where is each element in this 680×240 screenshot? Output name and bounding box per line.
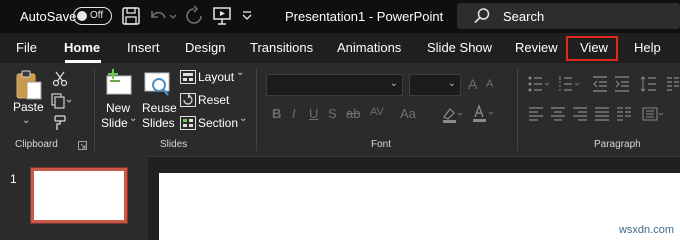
new-slide-icon[interactable] [104,69,134,99]
tab-design[interactable]: Design [185,40,225,55]
tab-transitions[interactable]: Transitions [250,40,313,55]
font-size-dropdown[interactable]: ⌄ [409,74,461,96]
increase-indent-icon[interactable] [614,76,630,92]
tab-review[interactable]: Review [515,40,558,55]
paste-dropdown-icon[interactable]: ⌄ [22,115,30,126]
group-separator [256,69,257,151]
layout-dropdown-icon[interactable]: ⌄ [236,67,244,78]
format-painter-icon[interactable] [52,115,68,131]
paste-label[interactable]: Paste [13,100,44,114]
present-from-beginning-icon[interactable] [211,5,233,27]
clipboard-launcher-icon[interactable] [78,141,87,150]
search-placeholder: Search [503,9,545,24]
undo-dropdown-icon[interactable] [168,5,178,27]
ribbon: Paste ⌄ Clipboard New Slide ⌄ Reuse Slid… [0,63,680,156]
underline-icon[interactable]: U [309,106,318,121]
new-slide-label-2[interactable]: Slide [101,116,128,130]
align-center-icon[interactable] [550,107,566,121]
redo-icon[interactable] [183,5,205,27]
change-case-icon[interactable]: Aa [400,106,416,121]
copy-icon[interactable] [51,93,73,109]
tab-file[interactable]: File [16,40,37,55]
autosave-toggle[interactable]: Off [73,7,112,25]
text-columns-icon[interactable] [616,107,632,121]
chevron-down-icon: ⌄ [389,78,398,89]
customize-toolbar-icon[interactable] [240,5,254,27]
reuse-slides-label-2[interactable]: Slides [142,116,175,130]
align-left-icon[interactable] [528,107,544,121]
group-separator [517,69,518,151]
columns-icon[interactable] [666,76,680,92]
section-dropdown-icon[interactable]: ⌄ [239,113,247,124]
reuse-slides-icon[interactable] [142,69,172,99]
increase-font-size-icon[interactable]: A [468,76,477,92]
group-separator [94,69,95,151]
tab-slide-show[interactable]: Slide Show [427,40,492,55]
slide-number: 1 [10,172,17,186]
layout-label[interactable]: Layout [198,70,234,84]
reset-label[interactable]: Reset [198,93,229,107]
paste-icon[interactable] [14,69,44,101]
numbering-icon[interactable] [558,76,580,92]
bold-icon[interactable]: B [272,106,281,121]
text-direction-icon[interactable] [642,107,664,121]
search-icon [474,8,490,24]
font-color-icon[interactable] [471,104,495,122]
slide-thumbnail[interactable] [30,167,128,224]
italic-icon[interactable]: I [292,106,296,121]
ribbon-tabs: File Home Insert Design Transitions Anim… [0,33,680,63]
autosave-label: AutoSave [20,9,77,24]
highlight-color-icon[interactable] [441,105,463,123]
strikethrough-icon[interactable]: ab [346,106,360,121]
tab-help[interactable]: Help [634,40,661,55]
slide-canvas[interactable]: wsxdn.com [159,173,680,240]
toggle-knob [77,10,87,21]
paragraph-group-label: Paragraph [594,139,641,150]
align-right-icon[interactable] [572,107,588,121]
chevron-down-icon: ⌄ [447,78,456,89]
search-box[interactable]: Search [457,3,680,29]
line-spacing-icon[interactable] [640,76,662,92]
tab-animations[interactable]: Animations [337,40,401,55]
character-spacing-icon[interactable]: AV [370,106,384,118]
font-group-label: Font [371,139,392,150]
decrease-font-size-icon[interactable]: A [486,78,493,90]
autosave-state: Off [90,10,104,21]
decrease-indent-icon[interactable] [592,76,608,92]
document-title: Presentation1 - PowerPoint [285,9,444,24]
save-icon[interactable] [120,5,142,27]
clipboard-group-label: Clipboard [15,139,58,150]
bullets-icon[interactable] [528,76,550,92]
new-slide-dropdown-icon[interactable]: ⌄ [129,113,137,124]
reuse-slides-label-1[interactable]: Reuse [142,101,177,115]
shadow-icon[interactable]: S [328,106,337,121]
new-slide-label-1[interactable]: New [106,101,130,115]
undo-icon[interactable] [147,5,169,27]
reset-icon[interactable] [180,93,196,107]
view-tab-highlight [566,36,618,61]
section-label[interactable]: Section [198,116,238,130]
cut-icon[interactable] [52,71,68,87]
justify-icon[interactable] [594,107,610,121]
tab-home[interactable]: Home [64,40,100,55]
tab-insert[interactable]: Insert [127,40,160,55]
title-bar: AutoSave Off Presentation1 - PowerPoint [0,0,680,33]
section-icon[interactable] [180,116,196,130]
layout-icon[interactable] [180,70,196,84]
slides-group-label: Slides [160,139,188,150]
font-name-dropdown[interactable]: ⌄ [266,74,403,96]
watermark-text: wsxdn.com [618,224,674,236]
